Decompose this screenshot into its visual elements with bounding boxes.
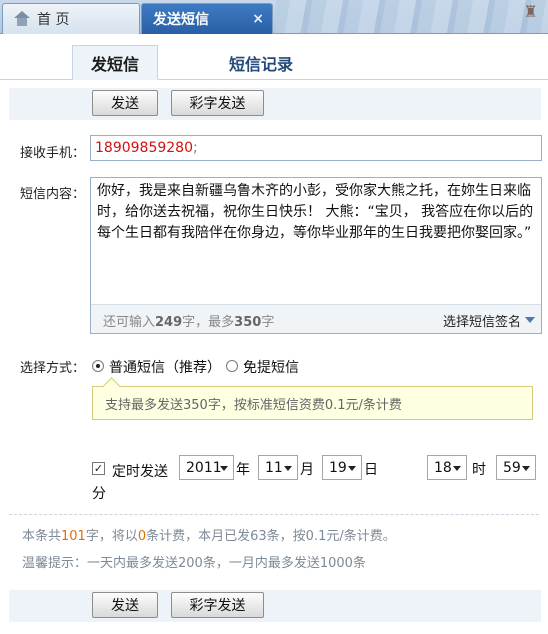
subtab-send-sms[interactable]: 发短信 bbox=[72, 45, 158, 80]
day-value: 19 bbox=[329, 459, 347, 476]
radio-normal-sms-label[interactable]: 普通短信（推荐） bbox=[109, 357, 221, 377]
minute-select[interactable]: 59 bbox=[496, 455, 536, 480]
mode-label: 选择方式： bbox=[20, 361, 86, 376]
month-select[interactable]: 11 bbox=[258, 455, 298, 480]
sub-tab-bar: 发短信 短信记录 bbox=[0, 35, 548, 80]
minute-unit: 分 bbox=[92, 486, 106, 502]
chevron-down-icon bbox=[284, 466, 292, 471]
schedule-label[interactable]: 定时发送 bbox=[112, 461, 168, 481]
tab-home-label: 首 页 bbox=[37, 12, 70, 28]
close-icon[interactable]: × bbox=[252, 11, 264, 27]
send-button-bottom[interactable]: 发送 bbox=[92, 592, 158, 618]
header-decoration: ♜ bbox=[276, 0, 548, 33]
year-value: 2011 bbox=[186, 459, 222, 476]
year-select[interactable]: 2011 bbox=[179, 455, 234, 480]
send-button[interactable]: 发送 bbox=[92, 90, 158, 116]
hour-select[interactable]: 18 bbox=[427, 455, 467, 480]
recipient-label: 接收手机： bbox=[20, 146, 86, 161]
message-label: 短信内容： bbox=[20, 187, 86, 202]
recipient-number: 18909859280 bbox=[95, 140, 193, 156]
chevron-down-icon bbox=[348, 466, 356, 471]
chevron-down-icon bbox=[220, 466, 228, 471]
tab-home[interactable]: 首 页 bbox=[2, 3, 140, 34]
tab-send-sms[interactable]: 发送短信 × bbox=[141, 3, 273, 34]
radio-free-sms[interactable] bbox=[226, 360, 238, 372]
char-counter: 还可输入249字，最多350字 bbox=[103, 315, 275, 330]
message-textarea[interactable]: 你好，我是来自新疆乌鲁木齐的小彭，受你家大熊之托，在妳生日来临时，给你送去祝福，… bbox=[90, 177, 542, 334]
color-send-button-bottom[interactable]: 彩字发送 bbox=[171, 592, 264, 618]
message-count: 0 bbox=[137, 529, 147, 544]
subtab-sms-log[interactable]: 短信记录 bbox=[218, 45, 304, 80]
hour-unit: 时 bbox=[472, 462, 486, 478]
decoration-glyph-icon: ♜ bbox=[523, 2, 538, 21]
bottom-button-bar: 发送 彩字发送 bbox=[9, 590, 541, 622]
signature-select[interactable]: 选择短信签名 bbox=[443, 311, 521, 330]
day-select[interactable]: 19 bbox=[322, 455, 362, 480]
recipient-separator: ; bbox=[192, 140, 198, 156]
month-value: 11 bbox=[265, 459, 283, 476]
radio-normal-sms[interactable] bbox=[92, 360, 104, 372]
recipient-input[interactable]: 18909859280; bbox=[90, 135, 542, 161]
billing-info: 本条共101字，将以0条计费，本月已发63条，按0.1元/条计费。 bbox=[22, 529, 396, 544]
char-total: 101 bbox=[61, 529, 86, 544]
message-text: 你好，我是来自新疆乌鲁木齐的小彭，受你家大熊之托，在妳生日来临时，给你送去祝福，… bbox=[97, 183, 534, 241]
tab-send-sms-label: 发送短信 bbox=[153, 12, 209, 28]
chevron-down-icon bbox=[522, 466, 530, 471]
mode-tip: 支持最多发送350字，按标准短信资费0.1元/条计费 bbox=[92, 386, 533, 420]
remaining-count: 249 bbox=[155, 315, 183, 330]
month-unit: 月 bbox=[300, 462, 314, 478]
chevron-down-icon[interactable] bbox=[525, 317, 535, 323]
minute-value: 59 bbox=[503, 459, 521, 476]
mode-tip-text: 支持最多发送350字，按标准短信资费0.1元/条计费 bbox=[105, 397, 402, 413]
divider bbox=[9, 514, 539, 515]
message-footer: 还可输入249字，最多350字 选择短信签名 bbox=[91, 304, 541, 333]
warm-tip: 温馨提示：一天内最多发送200条，一月内最多发送1000条 bbox=[22, 556, 366, 571]
day-unit: 日 bbox=[364, 462, 378, 478]
home-icon bbox=[13, 11, 31, 27]
chevron-down-icon bbox=[453, 466, 461, 471]
max-count: 350 bbox=[234, 315, 262, 330]
window-tab-bar: 首 页 发送短信 × ♜ bbox=[0, 0, 548, 34]
color-send-button[interactable]: 彩字发送 bbox=[171, 90, 264, 116]
hour-value: 18 bbox=[434, 459, 452, 476]
year-unit: 年 bbox=[236, 462, 250, 478]
top-button-bar: 发送 彩字发送 bbox=[9, 88, 541, 120]
radio-free-sms-label[interactable]: 免提短信 bbox=[243, 357, 299, 377]
schedule-checkbox[interactable]: ✓ bbox=[92, 462, 105, 475]
